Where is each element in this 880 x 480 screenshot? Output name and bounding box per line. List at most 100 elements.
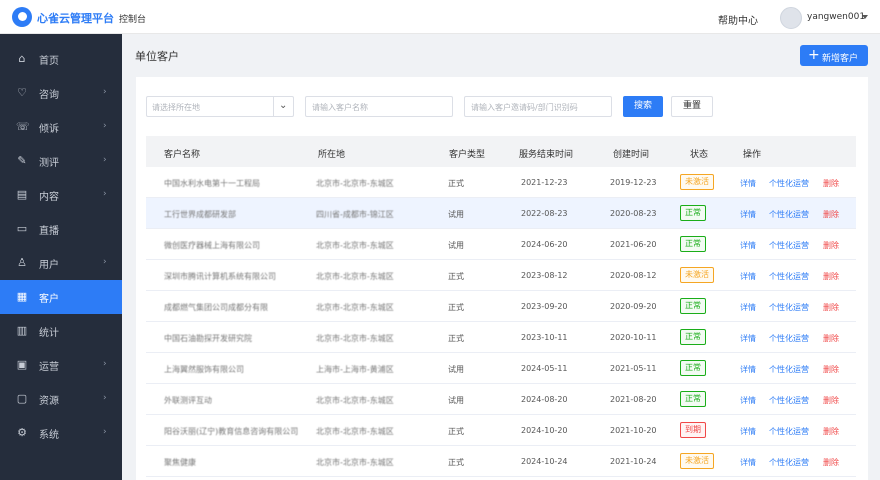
reset-button[interactable]: 重置 — [671, 96, 713, 117]
sidebar-item-consult[interactable]: ♡ 咨询 › — [0, 76, 122, 110]
delete-link[interactable]: 删除 — [823, 209, 839, 220]
custom-ops-link[interactable]: 个性化运营 — [769, 395, 809, 406]
detail-link[interactable]: 详情 — [740, 178, 756, 189]
region-select[interactable]: 请选择所在地 ⌄ — [146, 96, 294, 117]
sidebar-item-system[interactable]: ⚙ 系统 › — [0, 416, 122, 450]
status-badge: 未激活 — [680, 267, 714, 283]
column-header: 创建时间 — [613, 150, 650, 160]
customer-name-cell: 深圳市腾讯计算机系统有限公司 — [164, 272, 276, 281]
created-date-cell: 2021-10-20 — [610, 426, 657, 435]
custom-ops-link[interactable]: 个性化运营 — [769, 302, 809, 313]
chevron-right-icon: › — [103, 155, 107, 165]
delete-link[interactable]: 删除 — [823, 333, 839, 344]
detail-link[interactable]: 详情 — [740, 457, 756, 468]
sidebar-item-content[interactable]: ▤ 内容 › — [0, 178, 122, 212]
brand-logo-icon[interactable] — [12, 7, 32, 27]
created-date-cell: 2020-08-12 — [610, 271, 657, 280]
delete-link[interactable]: 删除 — [823, 271, 839, 282]
status-badge: 正常 — [680, 236, 706, 252]
sidebar-item-label: 倾诉 — [39, 124, 59, 135]
sidebar-item-operations[interactable]: ▣ 运营 › — [0, 348, 122, 382]
location-cell: 北京市-北京市-东城区 — [316, 303, 394, 312]
custom-ops-link[interactable]: 个性化运营 — [769, 209, 809, 220]
detail-link[interactable]: 详情 — [740, 395, 756, 406]
add-customer-button[interactable]: + 新增客户 — [800, 45, 868, 66]
table-row[interactable]: 微创医疗器械上海有限公司 北京市-北京市-东城区 试用 2024-06-20 2… — [146, 229, 856, 260]
invite-code-input[interactable]: 请输入客户邀请码/部门识别码 — [464, 96, 612, 117]
sidebar-item-talk[interactable]: ☏ 倾诉 › — [0, 110, 122, 144]
table-row[interactable]: 聚焦健康 北京市-北京市-东城区 正式 2024-10-24 2021-10-2… — [146, 446, 856, 477]
column-header: 所在地 — [318, 150, 346, 160]
detail-link[interactable]: 详情 — [740, 426, 756, 437]
table-row[interactable]: 阳谷沃丽(辽宁)教育信息咨询有限公司 北京市-北京市-东城区 正式 2024-1… — [146, 415, 856, 446]
help-center-link[interactable]: 帮助中心 — [718, 12, 758, 27]
add-customer-label: 新增客户 — [822, 54, 859, 64]
brand-name[interactable]: 心雀云管理平台 — [37, 10, 114, 26]
detail-link[interactable]: 详情 — [740, 271, 756, 282]
location-cell: 北京市-北京市-东城区 — [316, 396, 394, 405]
detail-link[interactable]: 详情 — [740, 333, 756, 344]
location-cell: 北京市-北京市-东城区 — [316, 334, 394, 343]
sidebar-item-users[interactable]: ♙ 用户 › — [0, 246, 122, 280]
location-cell: 北京市-北京市-东城区 — [316, 272, 394, 281]
custom-ops-link[interactable]: 个性化运营 — [769, 271, 809, 282]
table-row[interactable]: 中国水利水电第十一工程局 北京市-北京市-东城区 正式 2021-12-23 2… — [146, 167, 856, 198]
detail-link[interactable]: 详情 — [740, 364, 756, 375]
table-row[interactable]: 中国石油勘探开发研究院 北京市-北京市-东城区 正式 2023-10-11 20… — [146, 322, 856, 353]
customer-name-cell: 聚焦健康 — [164, 458, 196, 467]
console-link[interactable]: 控制台 — [119, 12, 146, 25]
top-header: 心雀云管理平台 控制台 帮助中心 yangwen001 — [0, 0, 880, 34]
location-cell: 北京市-北京市-东城区 — [316, 179, 394, 188]
detail-link[interactable]: 详情 — [740, 209, 756, 220]
customer-name-cell: 微创医疗器械上海有限公司 — [164, 241, 260, 250]
type-cell: 正式 — [448, 458, 464, 467]
created-date-cell: 2021-06-20 — [610, 240, 657, 249]
detail-link[interactable]: 详情 — [740, 302, 756, 313]
delete-link[interactable]: 删除 — [823, 426, 839, 437]
status-badge: 未激活 — [680, 453, 714, 469]
username-menu[interactable]: yangwen001 — [807, 12, 865, 22]
sidebar-item-home[interactable]: ⌂ 首页 — [0, 42, 122, 76]
settings-icon: ⚙ — [17, 426, 27, 439]
table-row[interactable]: 工行世界成都研发部 四川省-成都市-锦江区 试用 2022-08-23 2020… — [146, 198, 856, 229]
caret-down-icon[interactable] — [862, 15, 868, 19]
customer-name-input[interactable]: 请输入客户名称 — [305, 96, 453, 117]
custom-ops-link[interactable]: 个性化运营 — [769, 426, 809, 437]
delete-link[interactable]: 删除 — [823, 364, 839, 375]
detail-link[interactable]: 详情 — [740, 240, 756, 251]
column-header: 客户类型 — [449, 150, 486, 160]
table-row[interactable]: 外联测评互动 北京市-北京市-东城区 试用 2024-08-20 2021-08… — [146, 384, 856, 415]
sidebar-item-label: 直播 — [39, 226, 59, 237]
search-button[interactable]: 搜索 — [623, 96, 663, 117]
sidebar-item-assessment[interactable]: ✎ 测评 › — [0, 144, 122, 178]
table-row[interactable]: 上海翼然服饰有限公司 上海市-上海市-黄浦区 试用 2024-05-11 202… — [146, 353, 856, 384]
sidebar-item-resources[interactable]: ▢ 资源 › — [0, 382, 122, 416]
table-row[interactable]: 深圳市腾讯计算机系统有限公司 北京市-北京市-东城区 正式 2023-08-12… — [146, 260, 856, 291]
custom-ops-link[interactable]: 个性化运营 — [769, 178, 809, 189]
sidebar-item-statistics[interactable]: ▥ 统计 — [0, 314, 122, 348]
delete-link[interactable]: 删除 — [823, 457, 839, 468]
end-date-cell: 2024-06-20 — [521, 240, 568, 249]
chevron-right-icon: › — [103, 121, 107, 131]
custom-ops-link[interactable]: 个性化运营 — [769, 457, 809, 468]
delete-link[interactable]: 删除 — [823, 395, 839, 406]
custom-ops-link[interactable]: 个性化运营 — [769, 364, 809, 375]
custom-ops-link[interactable]: 个性化运营 — [769, 240, 809, 251]
delete-link[interactable]: 删除 — [823, 240, 839, 251]
end-date-cell: 2024-05-11 — [521, 364, 568, 373]
region-select-placeholder: 请选择所在地 — [152, 103, 200, 112]
delete-link[interactable]: 删除 — [823, 302, 839, 313]
type-cell: 正式 — [448, 272, 464, 281]
sidebar-item-label: 资源 — [39, 396, 59, 407]
sidebar-item-customers[interactable]: ▦ 客户 — [0, 280, 122, 314]
delete-link[interactable]: 删除 — [823, 178, 839, 189]
chevron-down-icon[interactable]: ⌄ — [279, 100, 287, 111]
end-date-cell: 2024-10-20 — [521, 426, 568, 435]
created-date-cell: 2020-09-20 — [610, 302, 657, 311]
end-date-cell: 2023-10-11 — [521, 333, 568, 342]
sidebar-item-label: 客户 — [39, 294, 59, 305]
table-row[interactable]: 成都燃气集团公司成都分有限 北京市-北京市-东城区 正式 2023-09-20 … — [146, 291, 856, 322]
sidebar-item-live[interactable]: ▭ 直播 — [0, 212, 122, 246]
custom-ops-link[interactable]: 个性化运营 — [769, 333, 809, 344]
avatar[interactable] — [780, 7, 802, 29]
